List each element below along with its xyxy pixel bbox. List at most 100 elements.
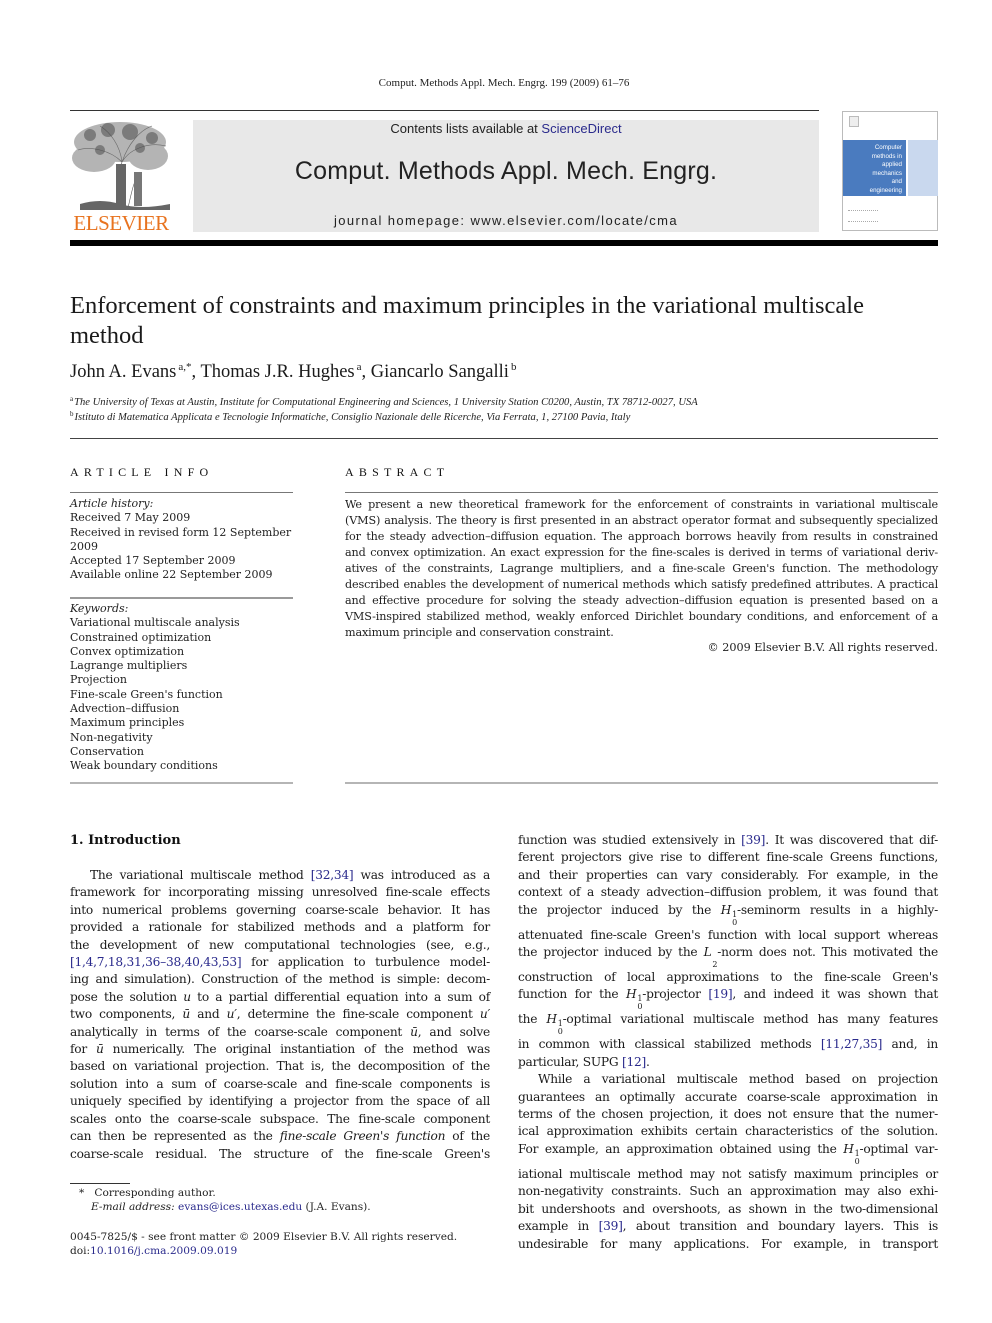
history-item: 2009: [70, 539, 98, 553]
math-symbol: L 2: [703, 945, 718, 970]
journal-homepage-link[interactable]: journal homepage: www.elsevier.com/locat…: [193, 213, 819, 228]
keywords-list: Keywords: Variational multiscale analysi…: [70, 602, 295, 774]
cover-footer: [848, 210, 878, 222]
abstract-line: for the steady advection–diffusion equat…: [345, 530, 938, 543]
text-run: and: [190, 1007, 227, 1022]
keyword: Maximum principles: [70, 716, 185, 730]
contents-prefix: Contents lists available at: [390, 121, 542, 136]
body-text-line: guarantees an optimally accurate coarse-…: [518, 1089, 938, 1106]
citation-link[interactable]: [39]: [741, 833, 765, 847]
keyword: Constrained optimization: [70, 630, 212, 644]
text-run: guarantees an optimally accurate coarse-…: [518, 1089, 938, 1104]
text-run: For example, an approximation obtained u…: [518, 1141, 844, 1156]
article-info-rule: [70, 492, 293, 493]
text-run: into numerical problems governing coarse…: [70, 902, 490, 917]
abstract-line: and convex optimization. An exact expres…: [345, 546, 938, 559]
body-text-line: scales onto the coarse-scale subspace. T…: [70, 1111, 490, 1128]
cover-line: Computer: [874, 144, 902, 151]
math-symbol: u: [183, 989, 191, 1004]
text-run: undesirable for many applications. For e…: [518, 1236, 938, 1251]
body-text-line: iational multiscale method may not satis…: [518, 1166, 938, 1183]
history-item: Received 7 May 2009: [70, 511, 191, 525]
text-run: was introduced as a: [353, 868, 491, 882]
body-text-line: context of a steady advection–diffusion …: [518, 884, 938, 901]
abstract-heading: ABSTRACT: [345, 465, 450, 479]
affiliation-text: Istituto di Matematica Applicata e Tecno…: [74, 412, 631, 423]
text-run: analytically in terms of the coarse-scal…: [70, 1024, 411, 1039]
sciencedirect-link[interactable]: ScienceDirect: [541, 121, 621, 136]
citation-link[interactable]: [12]: [622, 1055, 646, 1069]
corresponding-author-note: * Corresponding author.: [79, 1187, 216, 1199]
keyword: Lagrange multipliers: [70, 659, 188, 673]
affiliation-rule: [70, 438, 938, 439]
abstract-line: We present a new theoretical framework f…: [345, 498, 938, 511]
body-column-right: function was studied extensively in [39]…: [518, 832, 938, 1253]
author-affil-mark[interactable]: a: [357, 361, 362, 373]
abstract-line: (VMS) analysis. The theory is first pres…: [345, 514, 938, 527]
doi-label: doi:: [70, 1245, 91, 1257]
author-name[interactable]: Giancarlo Sangalli: [371, 362, 509, 382]
keyword: Convex optimization: [70, 644, 185, 658]
author-name[interactable]: Thomas J.R. Hughes: [200, 362, 354, 382]
cover-line: mechanics: [872, 169, 902, 177]
email-link[interactable]: evans@ices.utexas.edu: [178, 1201, 302, 1213]
body-text-line: the projector induced by the L 2 -norm do…: [518, 944, 938, 969]
author-name[interactable]: John A. Evans: [70, 362, 176, 382]
text-run: the development of new computational tec…: [70, 937, 490, 952]
citation-link[interactable]: [19]: [708, 987, 732, 1001]
footnote-text: Corresponding author.: [94, 1187, 216, 1199]
header-thick-rule: [70, 240, 938, 246]
cover-title-block: Computer methods in applied mechanics an…: [843, 140, 906, 196]
math-symbol: H10: [546, 1012, 563, 1037]
running-head: Comput. Methods Appl. Mech. Engrg. 199 (…: [378, 77, 630, 89]
keywords-label: Keywords:: [70, 602, 129, 615]
text-run: the projector induced by the: [518, 902, 721, 917]
keyword: Variational multiscale analysis: [70, 616, 240, 630]
text-run: based on variational projection. That is…: [70, 1059, 490, 1074]
author-affil-mark[interactable]: b: [511, 361, 517, 373]
citation-link[interactable]: [1,4,7,18,31,36–38,40,43,53]: [70, 955, 242, 969]
cover-line: methods in: [871, 152, 902, 160]
keyword: Conservation: [70, 744, 144, 758]
text-run: two components,: [70, 1007, 183, 1022]
keyword: Weak boundary conditions: [70, 759, 218, 773]
author-affil-mark[interactable]: a,*: [178, 361, 191, 373]
text-run: ing and simulation). Construction of the…: [70, 972, 490, 987]
text-run: coarse-scale residual. The structure of …: [70, 1146, 490, 1161]
citation-link[interactable]: [32,34]: [311, 868, 354, 882]
history-item: Available online 22 September 2009: [70, 568, 273, 582]
text-run: construction of local approximations to …: [518, 970, 938, 985]
journal-cover-thumbnail[interactable]: Computer methods in applied mechanics an…: [842, 111, 938, 231]
text-run: solution into a sum of coarse-scale and …: [70, 1076, 490, 1091]
abstract-line: and effective procedure for solving the …: [345, 594, 938, 607]
text-run: , determine the fine-scale component: [236, 1007, 480, 1022]
math-symbol: ū: [95, 1042, 104, 1057]
text-run: and their properties can vary considerab…: [518, 867, 938, 882]
text-run: uniquely specified by identifying a proj…: [70, 1094, 490, 1109]
cover-line: applied: [882, 161, 902, 169]
body-text-line: framework for incorporating missing unre…: [70, 884, 490, 901]
body-text-line: bit undershoots and overshoots, as shown…: [518, 1201, 938, 1218]
text-run: -projector: [642, 987, 709, 1002]
body-text-line: While a variational multiscale method ba…: [518, 1071, 938, 1088]
citation-link[interactable]: [11,27,35]: [821, 1037, 883, 1051]
body-text-line: two components, ū and u′, determine the …: [70, 1006, 490, 1023]
affiliation-text: The University of Texas at Austin, Insti…: [74, 397, 698, 408]
article-info-heading: ARTICLE INFO: [70, 465, 214, 479]
cover-logo-icon: [849, 116, 859, 127]
text-run: function for the: [518, 987, 626, 1002]
text-run: attenuated fine-scale Green's function w…: [518, 927, 938, 942]
text-run: -optimal var-: [859, 1141, 938, 1156]
article-history: Article history: Received 7 May 2009 Rec…: [70, 497, 295, 583]
body-text-line: for ū numerically. The original instanti…: [70, 1041, 490, 1058]
citation-link[interactable]: [39]: [599, 1219, 623, 1233]
text-run: -seminorm results in a highly-: [736, 902, 938, 917]
body-text-line: ical approximation exhibits certain char…: [518, 1123, 938, 1140]
doi-link[interactable]: 10.1016/j.cma.2009.09.019: [90, 1245, 237, 1257]
footnote-rule: [70, 1183, 130, 1184]
text-run: , and indeed it was shown that: [732, 987, 938, 1002]
article-info-bottom-rule: [70, 782, 293, 784]
elsevier-wordmark[interactable]: ELSEVIER: [70, 211, 172, 236]
body-text-line: terms of the chosen projection, it does …: [518, 1106, 938, 1123]
body-text-line: in common with classical stabilized meth…: [518, 1036, 938, 1053]
